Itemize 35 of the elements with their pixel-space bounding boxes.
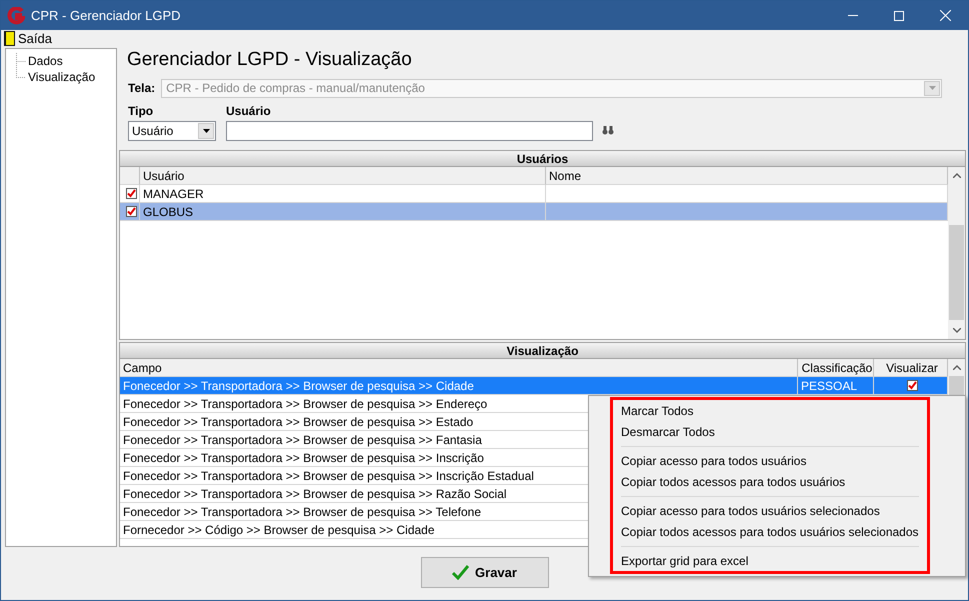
door-icon — [4, 31, 15, 46]
field-label: Tipo — [128, 104, 154, 118]
table-cell: GLOBUS — [140, 203, 546, 222]
checkbox[interactable] — [126, 188, 136, 200]
column-header: Usuário — [140, 167, 546, 186]
grid-row[interactable]: GLOBUS — [120, 203, 948, 222]
column-header — [120, 167, 140, 186]
save-button[interactable]: Gravar — [420, 557, 548, 588]
section-header: Usuários — [119, 150, 966, 168]
tree-item[interactable]: Dados — [26, 54, 63, 68]
page-heading: Gerenciador LGPD - Visualização — [126, 48, 413, 72]
section-header: Visualização — [119, 342, 966, 360]
field-label: Usuário — [226, 104, 272, 118]
close-icon[interactable] — [940, 10, 950, 21]
grid-row[interactable]: MANAGER — [120, 185, 948, 204]
maximize-icon[interactable] — [894, 10, 904, 20]
binoculars-icon[interactable] — [602, 126, 614, 136]
app-logo-icon — [7, 6, 25, 24]
column-header: Campo — [120, 359, 798, 378]
column-header: Nome — [546, 167, 948, 186]
grid-row[interactable]: Fonecedor >> Transportadora >> Browser de pesquisa >> Cidade PESSOAL — [120, 377, 948, 396]
window-title: CPR - Gerenciador LGPD — [31, 8, 181, 23]
checkbox[interactable] — [126, 206, 136, 218]
scrollbar[interactable] — [948, 167, 965, 340]
menu-item[interactable]: Exportar grid para excel — [621, 550, 919, 571]
column-header: Visualizar — [874, 359, 948, 378]
scroll-thumb[interactable] — [949, 225, 964, 320]
column-header: Classificação — [798, 359, 874, 378]
field-label: Tela: — [128, 81, 156, 96]
type-dropdown[interactable]: Usuário — [128, 120, 216, 141]
user-input[interactable] — [226, 120, 593, 141]
tree-item[interactable]: Visualização — [26, 70, 96, 84]
checkmark-icon — [452, 565, 470, 580]
checkbox[interactable] — [906, 380, 918, 392]
menu-item[interactable]: Saída — [18, 31, 52, 46]
